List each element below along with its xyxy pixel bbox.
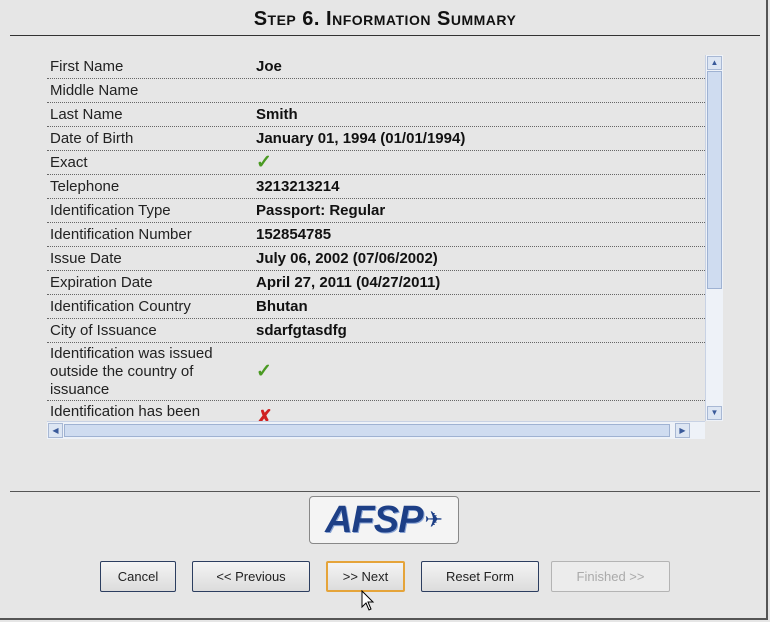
table-row: Last Name Smith	[47, 103, 705, 127]
table-row: Exact ✓	[47, 151, 705, 175]
row-value: April 27, 2011 (04/27/2011)	[256, 274, 441, 291]
mouse-pointer-icon	[361, 590, 375, 611]
table-row: Identification was issued outside the co…	[47, 343, 705, 401]
row-label: Exact	[50, 153, 88, 171]
scroll-left-icon[interactable]: ◀	[48, 423, 63, 438]
row-value: July 06, 2002 (07/06/2002)	[256, 250, 438, 267]
table-row: First Name Joe	[47, 55, 705, 79]
scroll-up-icon[interactable]: ▲	[707, 56, 722, 70]
scroll-right-icon[interactable]: ▶	[675, 423, 690, 438]
row-value: January 01, 1994 (01/01/1994)	[256, 130, 466, 147]
summary-table: First Name Joe Middle Name Last Name Smi…	[47, 55, 705, 421]
table-row: Identification Country Bhutan	[47, 295, 705, 319]
row-value: sdarfgtasdfg	[256, 322, 347, 339]
cancel-button[interactable]: Cancel	[100, 561, 176, 592]
table-row: Middle Name	[47, 79, 705, 103]
row-value: ✗	[253, 401, 705, 421]
table-row: City of Issuance sdarfgtasdfg	[47, 319, 705, 343]
previous-button[interactable]: << Previous	[192, 561, 310, 592]
row-label: Middle Name	[50, 81, 139, 99]
horizontal-scroll-thumb[interactable]	[64, 424, 670, 437]
table-row: Identification Type Passport: Regular	[47, 199, 705, 223]
row-label: Identification Number	[50, 225, 192, 243]
row-label: First Name	[50, 57, 124, 75]
logo-text: AFSP	[325, 498, 423, 541]
checkmark-icon: ✓	[256, 152, 272, 173]
row-label: Identification was issued outside the co…	[50, 344, 213, 398]
row-label: Identification Type	[50, 201, 171, 219]
checkmark-icon: ✓	[256, 361, 272, 382]
scroll-down-icon[interactable]: ▼	[707, 406, 722, 420]
scroll-corner	[705, 421, 722, 438]
row-label: Date of Birth	[50, 129, 134, 147]
row-label: Telephone	[50, 177, 120, 195]
finished-button: Finished >>	[551, 561, 670, 592]
footer-divider	[10, 491, 760, 492]
row-value: Joe	[256, 58, 282, 75]
row-label: Last Name	[50, 105, 123, 123]
table-row: Identification has been ✗	[47, 401, 705, 421]
row-value: 3213213214	[256, 178, 340, 195]
horizontal-scrollbar[interactable]: ◀ ▶	[47, 421, 705, 439]
afsp-logo: AFSP ✈	[309, 496, 459, 544]
summary-panel: First Name Joe Middle Name Last Name Smi…	[47, 55, 723, 439]
row-value	[253, 79, 705, 102]
table-row: Date of Birth January 01, 1994 (01/01/19…	[47, 127, 705, 151]
row-value: ✓	[253, 151, 705, 174]
row-value: ✓	[253, 343, 705, 400]
row-label: Expiration Date	[50, 273, 153, 291]
row-value: Passport: Regular	[256, 202, 386, 219]
table-row: Identification Number 152854785	[47, 223, 705, 247]
reset-form-button[interactable]: Reset Form	[421, 561, 539, 592]
table-row: Expiration Date April 27, 2011 (04/27/20…	[47, 271, 705, 295]
row-value: 152854785	[256, 226, 332, 243]
table-row: Telephone 3213213214	[47, 175, 705, 199]
row-value: Bhutan	[256, 298, 308, 315]
row-label: Identification has been	[50, 403, 201, 420]
row-label: Identification Country	[50, 297, 191, 315]
page-title: Step 6. Information Summary	[253, 8, 517, 30]
row-label: City of Issuance	[50, 321, 157, 339]
next-button[interactable]: >> Next	[326, 561, 405, 592]
row-value: Smith	[256, 106, 298, 123]
table-row: Issue Date July 06, 2002 (07/06/2002)	[47, 247, 705, 271]
cross-icon: ✗	[256, 407, 273, 421]
row-label: Issue Date	[50, 249, 122, 267]
airplane-icon: ✈	[424, 507, 443, 532]
vertical-scrollbar[interactable]: ▲ ▼	[705, 55, 723, 421]
vertical-scroll-thumb[interactable]	[707, 71, 722, 289]
title-divider	[10, 35, 760, 36]
